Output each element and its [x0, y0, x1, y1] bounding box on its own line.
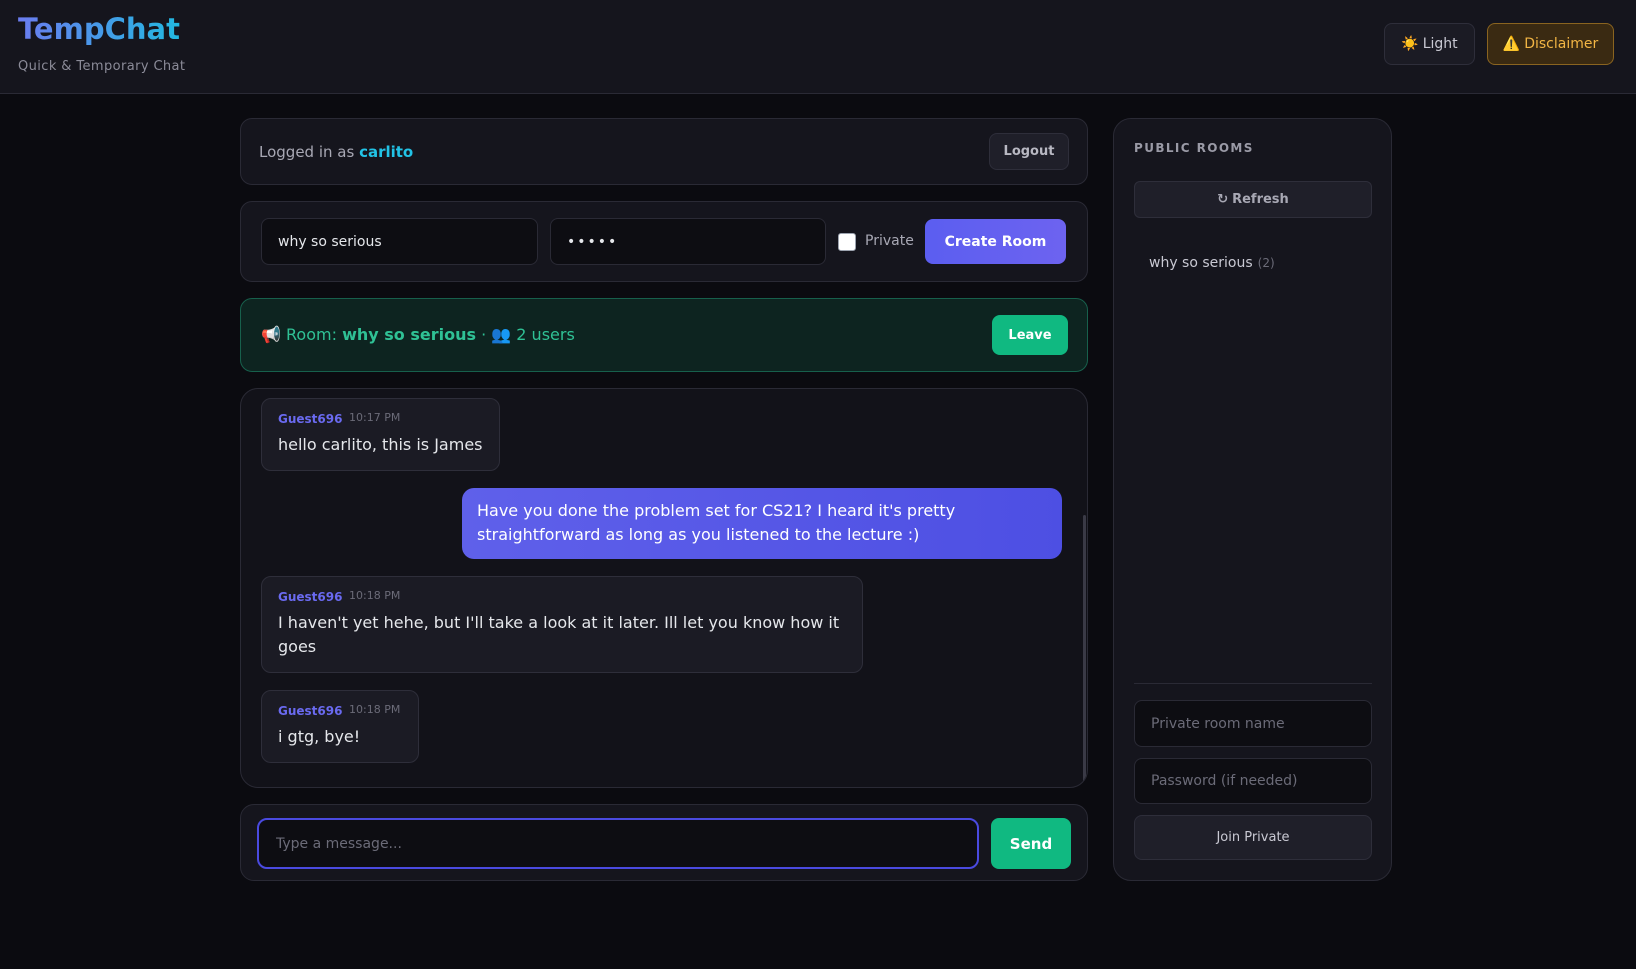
- message-timestamp: 10:18 PM: [349, 589, 401, 602]
- message-bubble: Guest696 10:17 PM hello carlito, this is…: [261, 398, 500, 471]
- own-message-bubble: Have you done the problem set for CS21? …: [462, 488, 1062, 559]
- message-author: Guest696: [278, 704, 343, 718]
- room-list-count: (2): [1257, 256, 1275, 270]
- logged-in-prefix: Logged in as: [259, 143, 355, 161]
- join-private-button[interactable]: Join Private: [1134, 815, 1372, 860]
- theme-toggle-label: Light: [1422, 36, 1458, 52]
- message-author: Guest696: [278, 590, 343, 604]
- room-password-input[interactable]: [550, 218, 826, 265]
- send-button[interactable]: Send: [991, 818, 1071, 869]
- refresh-icon: ↻: [1217, 192, 1229, 207]
- warning-icon: ⚠️: [1502, 36, 1521, 52]
- message-author: Guest696: [278, 412, 343, 426]
- message-text: i gtg, bye!: [278, 727, 361, 746]
- message-bubble: Guest696 10:18 PM i gtg, bye!: [261, 690, 419, 763]
- logout-button[interactable]: Logout: [989, 133, 1069, 170]
- message-text: Have you done the problem set for CS21? …: [477, 501, 956, 544]
- megaphone-icon: 📢: [261, 325, 281, 344]
- room-list-name: why so serious: [1149, 255, 1253, 271]
- room-name-input[interactable]: [261, 218, 538, 265]
- current-username: carlito: [359, 143, 414, 161]
- room-name: why so serious: [342, 325, 476, 344]
- room-info: 📢 Room: why so serious · 👥 2 users: [261, 325, 575, 344]
- sidebar-title: PUBLIC ROOMS: [1134, 141, 1254, 155]
- create-room-form: Private Create Room: [240, 201, 1088, 282]
- room-separator: ·: [481, 325, 487, 344]
- message-list[interactable]: Guest696 10:17 PM hello carlito, this is…: [240, 388, 1088, 788]
- theme-toggle-button[interactable]: ☀️ Light: [1384, 23, 1475, 65]
- message-list-scrollbar[interactable]: [1083, 515, 1086, 785]
- room-prefix: Room:: [286, 325, 337, 344]
- leave-room-button[interactable]: Leave: [992, 315, 1068, 355]
- message-timestamp: 10:17 PM: [349, 411, 401, 424]
- room-user-count: 2 users: [516, 325, 575, 344]
- disclaimer-button[interactable]: ⚠️ Disclaimer: [1487, 23, 1614, 65]
- message-composer: Send: [240, 804, 1088, 881]
- refresh-rooms-button[interactable]: ↻ Refresh: [1134, 181, 1372, 218]
- sidebar-divider: [1134, 683, 1372, 684]
- message-bubble: Guest696 10:18 PM I haven't yet hehe, bu…: [261, 576, 863, 673]
- message-timestamp: 10:18 PM: [349, 703, 401, 716]
- private-room-name-input[interactable]: [1134, 700, 1372, 747]
- message-text: I haven't yet hehe, but I'll take a look…: [278, 613, 840, 656]
- create-room-button[interactable]: Create Room: [925, 219, 1066, 264]
- app-subtitle: Quick & Temporary Chat: [18, 59, 186, 74]
- public-rooms-sidebar: PUBLIC ROOMS ↻ Refresh why so serious (2…: [1113, 118, 1392, 881]
- room-list-item[interactable]: why so serious (2): [1134, 247, 1372, 279]
- users-icon: 👥: [491, 325, 512, 344]
- disclaimer-label: Disclaimer: [1524, 36, 1599, 52]
- message-text: hello carlito, this is James: [278, 435, 483, 454]
- private-checkbox[interactable]: [838, 233, 856, 251]
- sun-icon: ☀️: [1401, 36, 1419, 52]
- message-input[interactable]: [257, 818, 979, 869]
- current-room-banner: 📢 Room: why so serious · 👥 2 users Leave: [240, 298, 1088, 372]
- app-header: TempChat Quick & Temporary Chat ☀️ Light…: [0, 0, 1636, 94]
- private-room-password-input[interactable]: [1134, 758, 1372, 804]
- logged-in-status: Logged in as carlito: [259, 143, 413, 161]
- refresh-label: Refresh: [1232, 192, 1289, 207]
- private-checkbox-label: Private: [865, 233, 914, 249]
- app-title: TempChat: [18, 12, 180, 46]
- session-bar: Logged in as carlito Logout: [240, 118, 1088, 185]
